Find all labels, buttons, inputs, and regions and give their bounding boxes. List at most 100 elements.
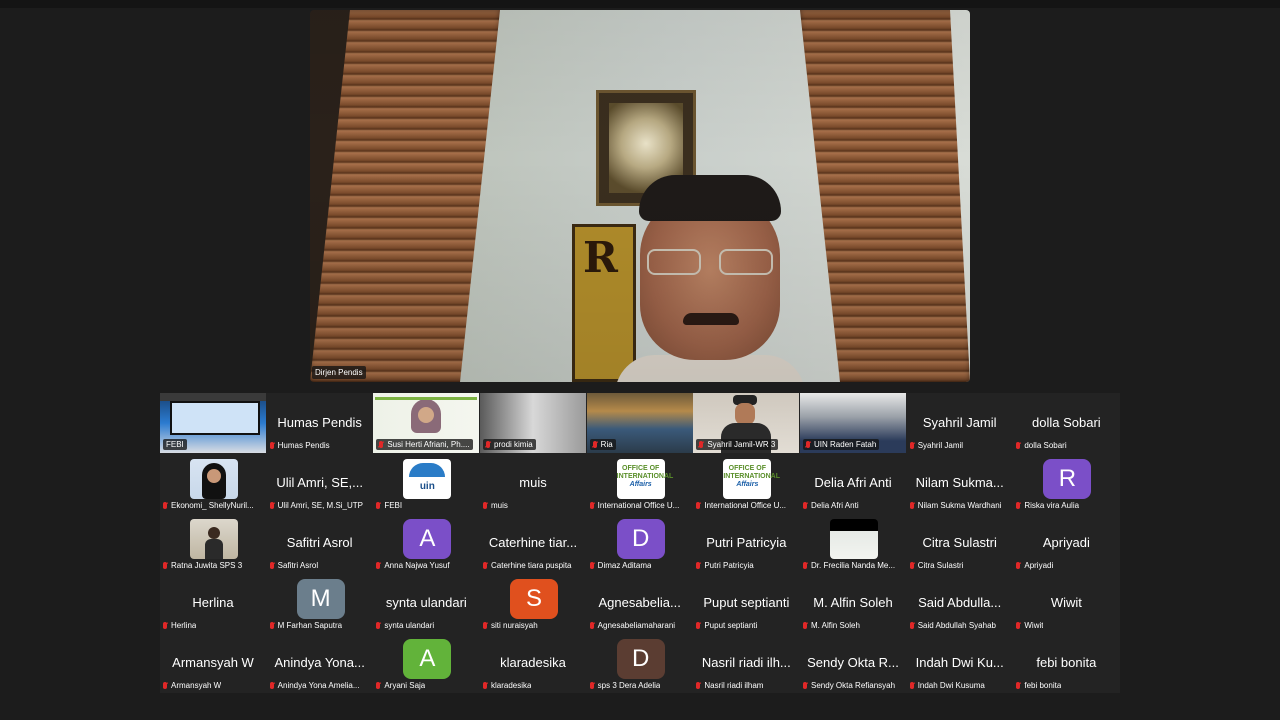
participant-tile[interactable]: M M Farhan Saputra: [266, 573, 373, 633]
muted-mic-icon: [376, 562, 381, 569]
muted-mic-icon: [909, 622, 914, 629]
participant-tile[interactable]: Dsps 3 Dera Adelia: [586, 633, 693, 693]
participant-display-name: Apriyadi: [1042, 535, 1090, 550]
participant-tile[interactable]: Susi Herti Afriani, Ph....: [373, 393, 480, 453]
participant-tile[interactable]: dolla Sobari dolla Sobari: [1013, 393, 1120, 453]
participant-tile[interactable]: Herlina Herlina: [160, 573, 266, 633]
muted-mic-icon: [376, 682, 381, 689]
participant-display-name: Said Abdulla...: [918, 595, 1002, 610]
participant-tile[interactable]: Safitri Asrol Safitri Asrol: [266, 513, 373, 573]
muted-mic-icon: [589, 502, 594, 509]
participant-name-text: Riska vira Aulia: [1024, 501, 1080, 510]
participant-tile[interactable]: Said Abdulla... Said Abdullah Syahab: [906, 573, 1013, 633]
participant-tile[interactable]: Ssiti nuraisyah: [480, 573, 586, 633]
participant-name-label: Putri Patricyia: [696, 561, 754, 570]
participant-name-label: M Farhan Saputra: [269, 621, 342, 630]
participant-name-text: Ulil Amri, SE, M.Si_UTP: [277, 501, 363, 510]
participant-avatar: A: [403, 519, 452, 559]
participant-tile[interactable]: FEBI: [160, 393, 266, 453]
participant-tile[interactable]: D Dimaz Aditama: [586, 513, 693, 573]
muted-mic-icon: [803, 502, 808, 509]
participant-logo: uin: [403, 459, 452, 499]
participant-name-label: International Office U...: [696, 501, 786, 510]
participant-logo: OFFICE OF INTERNATIONAL Affairs: [616, 459, 673, 499]
muted-mic-icon: [379, 441, 384, 448]
participant-tile[interactable]: prodi kimia: [480, 393, 586, 453]
participant-tile[interactable]: Indah Dwi Ku... Indah Dwi Kusuma: [906, 633, 1013, 693]
participant-tile[interactable]: Delia Afri Anti Delia Afri Anti: [800, 453, 907, 513]
participant-name-text: Armansyah W: [171, 681, 222, 690]
participant-tile[interactable]: febi bonita febi bonita: [1013, 633, 1120, 693]
participant-photo: [830, 519, 879, 559]
participant-name-label: Dimaz Aditama: [589, 561, 652, 570]
participant-display-name: Syahril Jamil: [922, 415, 997, 430]
participant-tile[interactable]: Syahril Jamil Syahril Jamil: [906, 393, 1013, 453]
participant-name-text: Susi Herti Afriani, Ph....: [387, 440, 470, 449]
participant-tile[interactable]: Caterhine tiar... Caterhine tiara puspita: [480, 513, 586, 573]
participant-name-text: klaradesika: [491, 681, 532, 690]
participant-tile[interactable]: R Riska vira Aulia: [1013, 453, 1120, 513]
participant-name-label: Syahril Jamil: [909, 441, 963, 450]
participant-name-label: Citra Sulastri: [909, 561, 964, 570]
participant-name-text: Dimaz Aditama: [597, 561, 652, 570]
participant-name-text: Sendy Okta Refiansyah: [811, 681, 896, 690]
muted-mic-icon: [269, 622, 274, 629]
participant-tile[interactable]: Anindya Yona... Anindya Yona Amelia...: [266, 633, 373, 693]
participant-tile[interactable]: UIN Raden Fatah: [800, 393, 907, 453]
participant-tile[interactable]: M. Alfin Soleh M. Alfin Soleh: [800, 573, 907, 633]
participant-display-name: muis: [519, 475, 547, 490]
muted-mic-icon: [376, 502, 381, 509]
participant-display-name: synta ulandari: [385, 595, 467, 610]
participant-name-label: Nasril riadi ilham: [696, 681, 763, 690]
participant-tile[interactable]: Ratna Juwita SPS 3: [160, 513, 266, 573]
participant-tile[interactable]: klaradesika klaradesika: [480, 633, 586, 693]
participant-tile[interactable]: Ria: [586, 393, 693, 453]
participant-tile[interactable]: Ekonomi_ ShellyNuril...: [160, 453, 266, 513]
participant-name-text: Caterhine tiara puspita: [491, 561, 572, 570]
participant-name-label: Delia Afri Anti: [803, 501, 859, 510]
participant-tile[interactable]: Agnesabelia... Agnesabeliamaharani: [586, 573, 693, 633]
participant-avatar: A: [403, 639, 452, 679]
participant-tile[interactable]: Putri Patricyia Putri Patricyia: [693, 513, 800, 573]
participant-name-text: Citra Sulastri: [917, 561, 964, 570]
participant-tile[interactable]: Armansyah W Armansyah W: [160, 633, 266, 693]
muted-mic-icon: [803, 622, 808, 629]
participant-tile[interactable]: A Anna Najwa Yusuf: [373, 513, 480, 573]
participant-tile[interactable]: Apriyadi Apriyadi: [1013, 513, 1120, 573]
participant-tile[interactable]: Syahril Jamil-WR 3: [693, 393, 800, 453]
muted-mic-icon: [163, 502, 167, 509]
participant-name-text: Puput septianti: [704, 621, 758, 630]
participant-tile[interactable]: synta ulandari synta ulandari: [373, 573, 480, 633]
muted-mic-icon: [1016, 502, 1021, 509]
participant-tile[interactable]: Sendy Okta R... Sendy Okta Refiansyah: [800, 633, 907, 693]
active-speaker-video[interactable]: R Dirjen Pendis: [310, 10, 970, 382]
participant-tile[interactable]: Dr. Frecilia Nanda Me...: [800, 513, 907, 573]
participant-name-label: International Office U...: [589, 501, 679, 510]
participant-avatar: D: [616, 639, 665, 679]
participant-name-text: FEBI: [166, 440, 184, 449]
participant-display-name: Ulil Amri, SE,...: [276, 475, 363, 490]
participant-name-text: Wiwit: [1024, 621, 1044, 630]
participant-tile[interactable]: uin FEBI: [373, 453, 480, 513]
participant-name-text: Agnesabeliamaharani: [597, 621, 676, 630]
muted-mic-icon: [483, 502, 487, 509]
participant-name-text: International Office U...: [704, 501, 787, 510]
participant-tile[interactable]: Humas Pendis Humas Pendis: [266, 393, 373, 453]
participant-tile[interactable]: muis muis: [480, 453, 586, 513]
participant-display-name: Nasril riadi ilh...: [701, 655, 791, 670]
participant-tile[interactable]: OFFICE OF INTERNATIONAL Affairs Internation…: [693, 453, 800, 513]
participant-tile[interactable]: OFFICE OF INTERNATIONAL Affairs Internation…: [586, 453, 693, 513]
participant-tile[interactable]: Puput septianti Puput septianti: [693, 573, 800, 633]
participant-tile[interactable]: A Aryani Saja: [373, 633, 480, 693]
participant-name-text: FEBI: [384, 501, 403, 510]
participant-tile[interactable]: Nasril riadi ilh... Nasril riadi ilham: [693, 633, 800, 693]
participant-tile[interactable]: Ulil Amri, SE,... Ulil Amri, SE, M.Si_UTP: [266, 453, 373, 513]
participant-name-label: Susi Herti Afriani, Ph....: [376, 439, 473, 450]
participant-tile[interactable]: Citra Sulastri Citra Sulastri: [906, 513, 1013, 573]
participant-name-text: Herlina: [171, 621, 197, 630]
participant-name-label: muis: [483, 501, 508, 510]
participant-tile[interactable]: Nilam Sukma... Nilam Sukma Wardhani: [906, 453, 1013, 513]
participant-tile[interactable]: Wiwit Wiwit: [1013, 573, 1120, 633]
participant-name-label: Puput septianti: [696, 621, 757, 630]
participant-name-label: UIN Raden Fatah: [803, 439, 880, 450]
